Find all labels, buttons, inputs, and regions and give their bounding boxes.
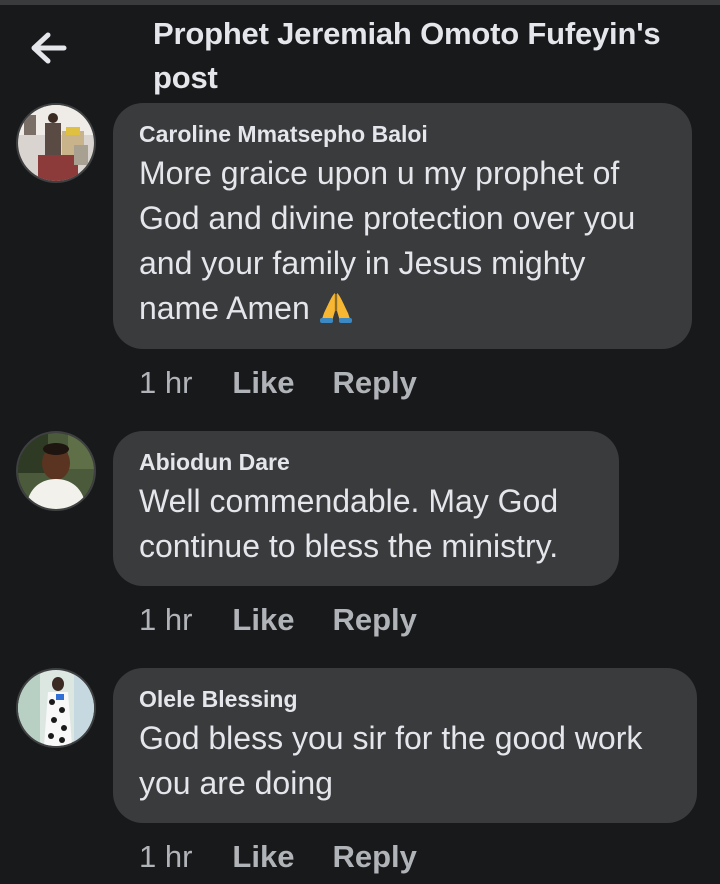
- back-button[interactable]: [26, 28, 70, 68]
- comment-timestamp: 1 hr: [139, 602, 193, 637]
- profile-photo: [18, 105, 94, 181]
- comment-text: God bless you sir for the good work you …: [139, 720, 643, 801]
- comment-actions: 1 hr Like Reply: [139, 600, 455, 640]
- profile-photo: [18, 433, 94, 509]
- comment-author[interactable]: Abiodun Dare: [139, 447, 593, 477]
- reply-button[interactable]: Reply: [332, 363, 416, 403]
- avatar[interactable]: [16, 668, 96, 748]
- page-title: Prophet Jeremiah Omoto Fufeyin's post: [153, 16, 661, 95]
- comment-text: Well commendable. May God continue to bl…: [139, 483, 559, 564]
- reply-button[interactable]: Reply: [332, 837, 416, 877]
- reply-button[interactable]: Reply: [332, 600, 416, 640]
- like-button[interactable]: Like: [232, 363, 294, 403]
- like-button[interactable]: Like: [232, 837, 294, 877]
- comment-author[interactable]: Olele Blessing: [139, 684, 671, 714]
- comment-author[interactable]: Caroline Mmatsepho Baloi: [139, 119, 666, 149]
- comment-timestamp: 1 hr: [139, 365, 193, 400]
- avatar[interactable]: [16, 431, 96, 511]
- comment-bubble: Olele Blessing God bless you sir for the…: [113, 668, 697, 823]
- header-bar: Prophet Jeremiah Omoto Fufeyin's post: [0, 0, 720, 100]
- profile-photo: [18, 670, 94, 746]
- comments-screen: Prophet Jeremiah Omoto Fufeyin's post Ca…: [0, 0, 720, 884]
- like-button[interactable]: Like: [232, 600, 294, 640]
- comment-actions: 1 hr Like Reply: [139, 837, 455, 877]
- comment-text-content: More graice upon u my prophet of God and…: [139, 155, 636, 326]
- comment-timestamp: 1 hr: [139, 839, 193, 874]
- comment-bubble: Caroline Mmatsepho Baloi More graice upo…: [113, 103, 692, 349]
- comment-text: More graice upon u my prophet of God and…: [139, 151, 666, 348]
- comment-bubble: Abiodun Dare Well commendable. May God c…: [113, 431, 619, 586]
- folded-hands-icon: [319, 293, 352, 323]
- avatar[interactable]: [16, 103, 96, 183]
- comment-actions: 1 hr Like Reply: [139, 363, 455, 403]
- arrow-left-icon: [31, 32, 67, 64]
